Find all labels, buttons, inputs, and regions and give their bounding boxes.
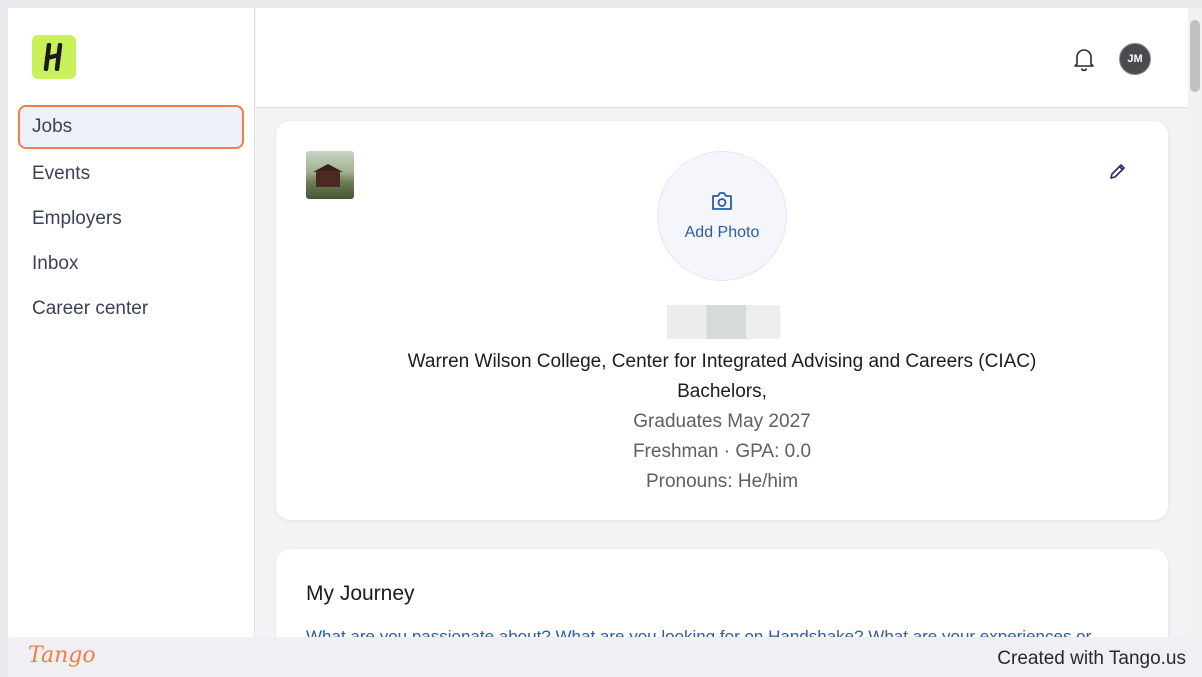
scrollbar-thumb[interactable] [1190, 20, 1200, 92]
sidebar-item-label: Events [32, 163, 91, 184]
cover-barn [316, 171, 340, 187]
school-name: Warren Wilson College, Center for Integr… [407, 351, 1037, 372]
year-gpa: Freshman · GPA: 0.0 [632, 441, 812, 462]
sidebar-item-label: Employers [32, 208, 122, 229]
sidebar-item-label: Inbox [32, 253, 79, 274]
redacted-name [667, 305, 780, 339]
created-with-text: Created with Tango.us [997, 648, 1186, 669]
sidebar-item-events[interactable]: Events [18, 152, 244, 196]
graduation-date: Graduates May 2027 [633, 411, 811, 432]
handshake-logo-icon [43, 43, 63, 71]
add-photo-button[interactable]: Add Photo [657, 151, 787, 281]
sidebar-item-employers[interactable]: Employers [18, 197, 244, 241]
journey-title: My Journey [306, 582, 415, 605]
sidebar-item-jobs[interactable]: Jobs [18, 105, 244, 149]
pencil-icon[interactable] [1108, 161, 1128, 181]
degree: Bachelors, [677, 381, 767, 402]
app-window: Jobs Events Employers Inbox Career cente… [8, 8, 1202, 677]
tango-logo: Tango [28, 643, 96, 668]
sidebar-item-label: Jobs [32, 116, 73, 137]
sidebar-item-inbox[interactable]: Inbox [18, 242, 244, 286]
sidebar-item-label: Career center [32, 298, 149, 319]
camera-icon [712, 192, 732, 210]
handshake-logo[interactable] [32, 35, 76, 79]
top-bar: JM [256, 8, 1188, 108]
bell-icon[interactable] [1072, 46, 1096, 72]
tango-footer: Tango Created with Tango.us [8, 637, 1202, 677]
avatar[interactable]: JM [1119, 43, 1151, 75]
cover-image[interactable] [306, 151, 354, 199]
sidebar: Jobs Events Employers Inbox Career cente… [8, 8, 255, 677]
add-photo-label: Add Photo [684, 224, 760, 241]
scrollbar[interactable] [1188, 8, 1202, 677]
avatar-initials: JM [1127, 53, 1143, 65]
profile-card: Add Photo Warren Wilson College, Center … [276, 121, 1168, 520]
pronouns: Pronouns: He/him [645, 471, 799, 492]
sidebar-item-career-center[interactable]: Career center [18, 287, 244, 331]
